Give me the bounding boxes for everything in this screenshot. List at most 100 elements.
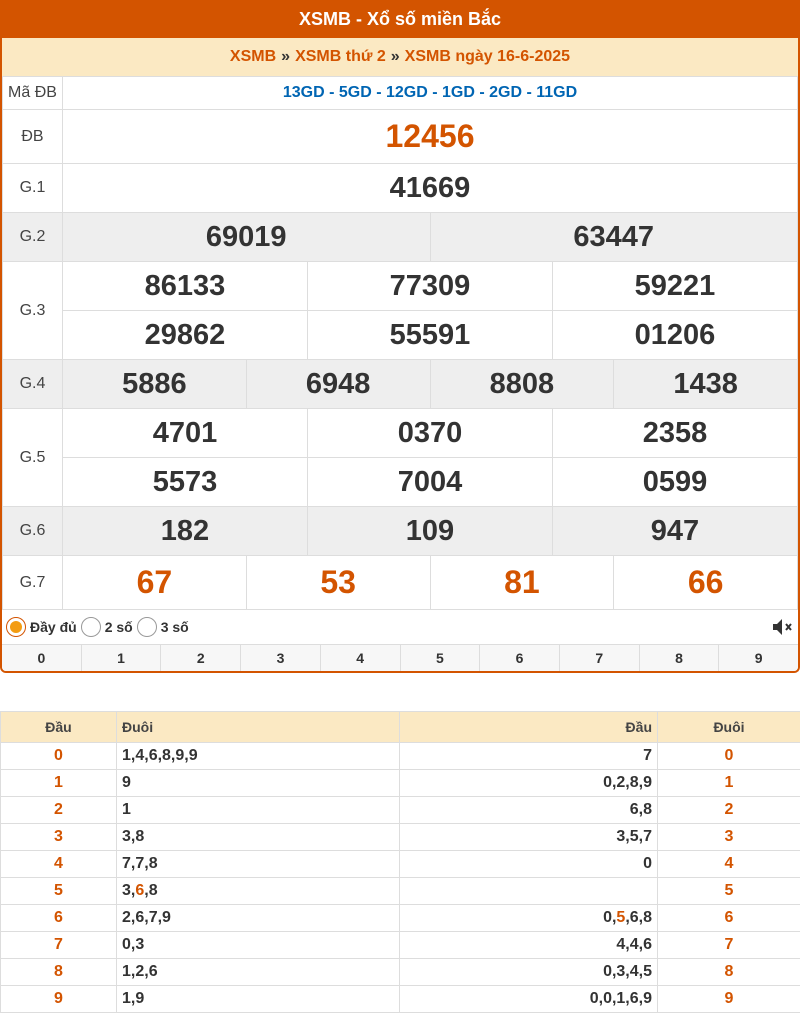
- loto-head-digit: 6: [0, 904, 117, 932]
- prize-number: 81: [429, 555, 615, 610]
- loto-head-digit: 4: [0, 850, 117, 878]
- prize-number: 29862: [62, 310, 308, 360]
- radio-two-digits[interactable]: [80, 617, 101, 637]
- special-prize-number: 12456: [62, 109, 798, 164]
- prize-number: 109: [307, 506, 553, 556]
- loto-head-dau: Đầu: [0, 711, 117, 743]
- loto-tail-digit: 8: [657, 958, 800, 986]
- madb-value: 13GD - 5GD - 12GD - 1GD - 2GD - 11GD: [62, 76, 798, 110]
- digit-filter-3[interactable]: 3: [241, 645, 321, 671]
- prize-number: 59221: [552, 261, 798, 311]
- loto-row: 7 0,3 4,4,6 7: [0, 931, 800, 959]
- prize-row-g5: G.5 4701 0370 2358: [2, 408, 798, 507]
- prize-number: 8808: [429, 359, 615, 409]
- prize-number: 947: [552, 506, 798, 556]
- loto-tail-digit: 2: [657, 796, 800, 824]
- prize-number: 55591: [307, 310, 553, 360]
- loto-head-digit: 3: [0, 823, 117, 851]
- loto-head-digit: 7: [0, 931, 117, 959]
- loto-tails: 7,7,8: [116, 850, 400, 878]
- digit-filter-6[interactable]: 6: [480, 645, 560, 671]
- speaker-muted-icon[interactable]: [770, 615, 794, 639]
- prize-number: 5886: [62, 359, 247, 409]
- loto-tail-part: 3,: [122, 882, 136, 899]
- loto-row: 2 1 6,8 2: [0, 796, 800, 824]
- loto-tail-digit: 5: [657, 877, 800, 905]
- breadcrumb: XSMB » XSMB thứ 2 » XSMB ngày 16-6-2025: [2, 38, 798, 76]
- loto-head-part: ,6,8: [625, 909, 652, 926]
- radio-full[interactable]: [6, 617, 26, 637]
- prize-number: 6948: [245, 359, 431, 409]
- digit-filter-9[interactable]: 9: [719, 645, 798, 671]
- loto-row: 9 1,9 0,0,1,6,9 9: [0, 985, 800, 1013]
- loto-tails: 1,4,6,8,9,9: [116, 742, 400, 770]
- loto-head-digit: 5: [0, 877, 117, 905]
- loto-tails: 2,6,7,9: [116, 904, 400, 932]
- prize-row-g6: G.6 182 109 947: [2, 506, 798, 556]
- loto-row: 0 1,4,6,8,9,9 7 0: [0, 742, 800, 770]
- digit-filter-7[interactable]: 7: [560, 645, 640, 671]
- prize-number: 63447: [429, 212, 798, 262]
- digit-filter-2[interactable]: 2: [161, 645, 242, 671]
- loto-head-digit: 0: [0, 742, 117, 770]
- breadcrumb-date[interactable]: XSMB ngày 16-6-2025: [405, 48, 570, 66]
- display-options: Đầy đủ 2 số 3 số: [2, 610, 798, 644]
- digit-filter-1[interactable]: 1: [82, 645, 162, 671]
- prize-row-g7: G.7 67 53 81 66: [2, 555, 798, 610]
- radio-three-digits[interactable]: [136, 617, 157, 637]
- digit-filter-5[interactable]: 5: [401, 645, 481, 671]
- prize-label: G.3: [2, 261, 63, 360]
- breadcrumb-separator: »: [390, 48, 400, 65]
- loto-row: 6 2,6,7,9 0,5,6,8 6: [0, 904, 800, 932]
- option-full-label: Đầy đủ: [30, 619, 77, 635]
- prize-number: 1438: [613, 359, 798, 409]
- loto-head-duoi: Đuôi: [116, 711, 400, 743]
- option-two-digits[interactable]: 2 số: [80, 617, 133, 637]
- loto-row: 1 9 0,2,8,9 1: [0, 769, 800, 797]
- breadcrumb-xsmb[interactable]: XSMB: [230, 48, 276, 66]
- prize-number: 4701: [62, 408, 308, 458]
- madb-label: Mã ĐB: [2, 76, 63, 110]
- prize-label: ĐB: [2, 109, 63, 164]
- loto-tail-part: ,8: [144, 882, 158, 899]
- option-three-digits[interactable]: 3 số: [136, 617, 189, 637]
- prize-number: 0370: [307, 408, 553, 458]
- prize-number: 182: [62, 506, 308, 556]
- prize-label: G.2: [2, 212, 63, 262]
- prize-number: 77309: [307, 261, 553, 311]
- breadcrumb-weekday[interactable]: XSMB thứ 2: [295, 48, 386, 66]
- loto-tails: 1,2,6: [116, 958, 400, 986]
- loto-row: 4 7,7,8 0 4: [0, 850, 800, 878]
- prize-row-g3: G.3 86133 77309 59221: [2, 261, 798, 360]
- loto-tails: 1,9: [116, 985, 400, 1013]
- digit-filter-4[interactable]: 4: [321, 645, 401, 671]
- prize-number: 5573: [62, 457, 308, 507]
- prize-number: 66: [613, 555, 798, 610]
- option-full[interactable]: Đầy đủ: [6, 617, 77, 637]
- prize-row-g3: 29862 55591 01206: [3, 310, 798, 360]
- loto-tails: 1: [116, 796, 400, 824]
- loto-head-duoi-rev: Đuôi: [657, 711, 800, 743]
- loto-table: Đầu Đuôi Đầu Đuôi 0 1,4,6,8,9,9 7 0 1 9 …: [0, 711, 800, 1013]
- loto-tail-digit: 1: [657, 769, 800, 797]
- loto-head-digit: 1: [0, 769, 117, 797]
- loto-row: 8 1,2,6 0,3,4,5 8: [0, 958, 800, 986]
- loto-row: 5 3,6,8 5: [0, 877, 800, 905]
- prize-number: 67: [62, 555, 247, 610]
- prize-label: G.5: [2, 408, 63, 507]
- loto-tail-digit: 4: [657, 850, 800, 878]
- prize-label: G.4: [2, 359, 63, 409]
- prize-label: G.6: [2, 506, 63, 556]
- loto-tails: 0,3: [116, 931, 400, 959]
- loto-heads: 3,5,7: [399, 823, 658, 851]
- loto-tail-highlight: 6: [135, 882, 145, 899]
- special-prize-row: ĐB 12456: [2, 109, 798, 164]
- digit-filter-0[interactable]: 0: [2, 645, 82, 671]
- loto-tail-digit: 3: [657, 823, 800, 851]
- digit-filter-bar: 0 1 2 3 4 5 6 7 8 9: [2, 644, 798, 671]
- option-three-label: 3 số: [160, 619, 189, 635]
- digit-filter-8[interactable]: 8: [640, 645, 720, 671]
- prize-number: 7004: [307, 457, 553, 507]
- prize-row-g1: G.1 41669: [2, 163, 798, 213]
- loto-heads: 0,0,1,6,9: [399, 985, 658, 1013]
